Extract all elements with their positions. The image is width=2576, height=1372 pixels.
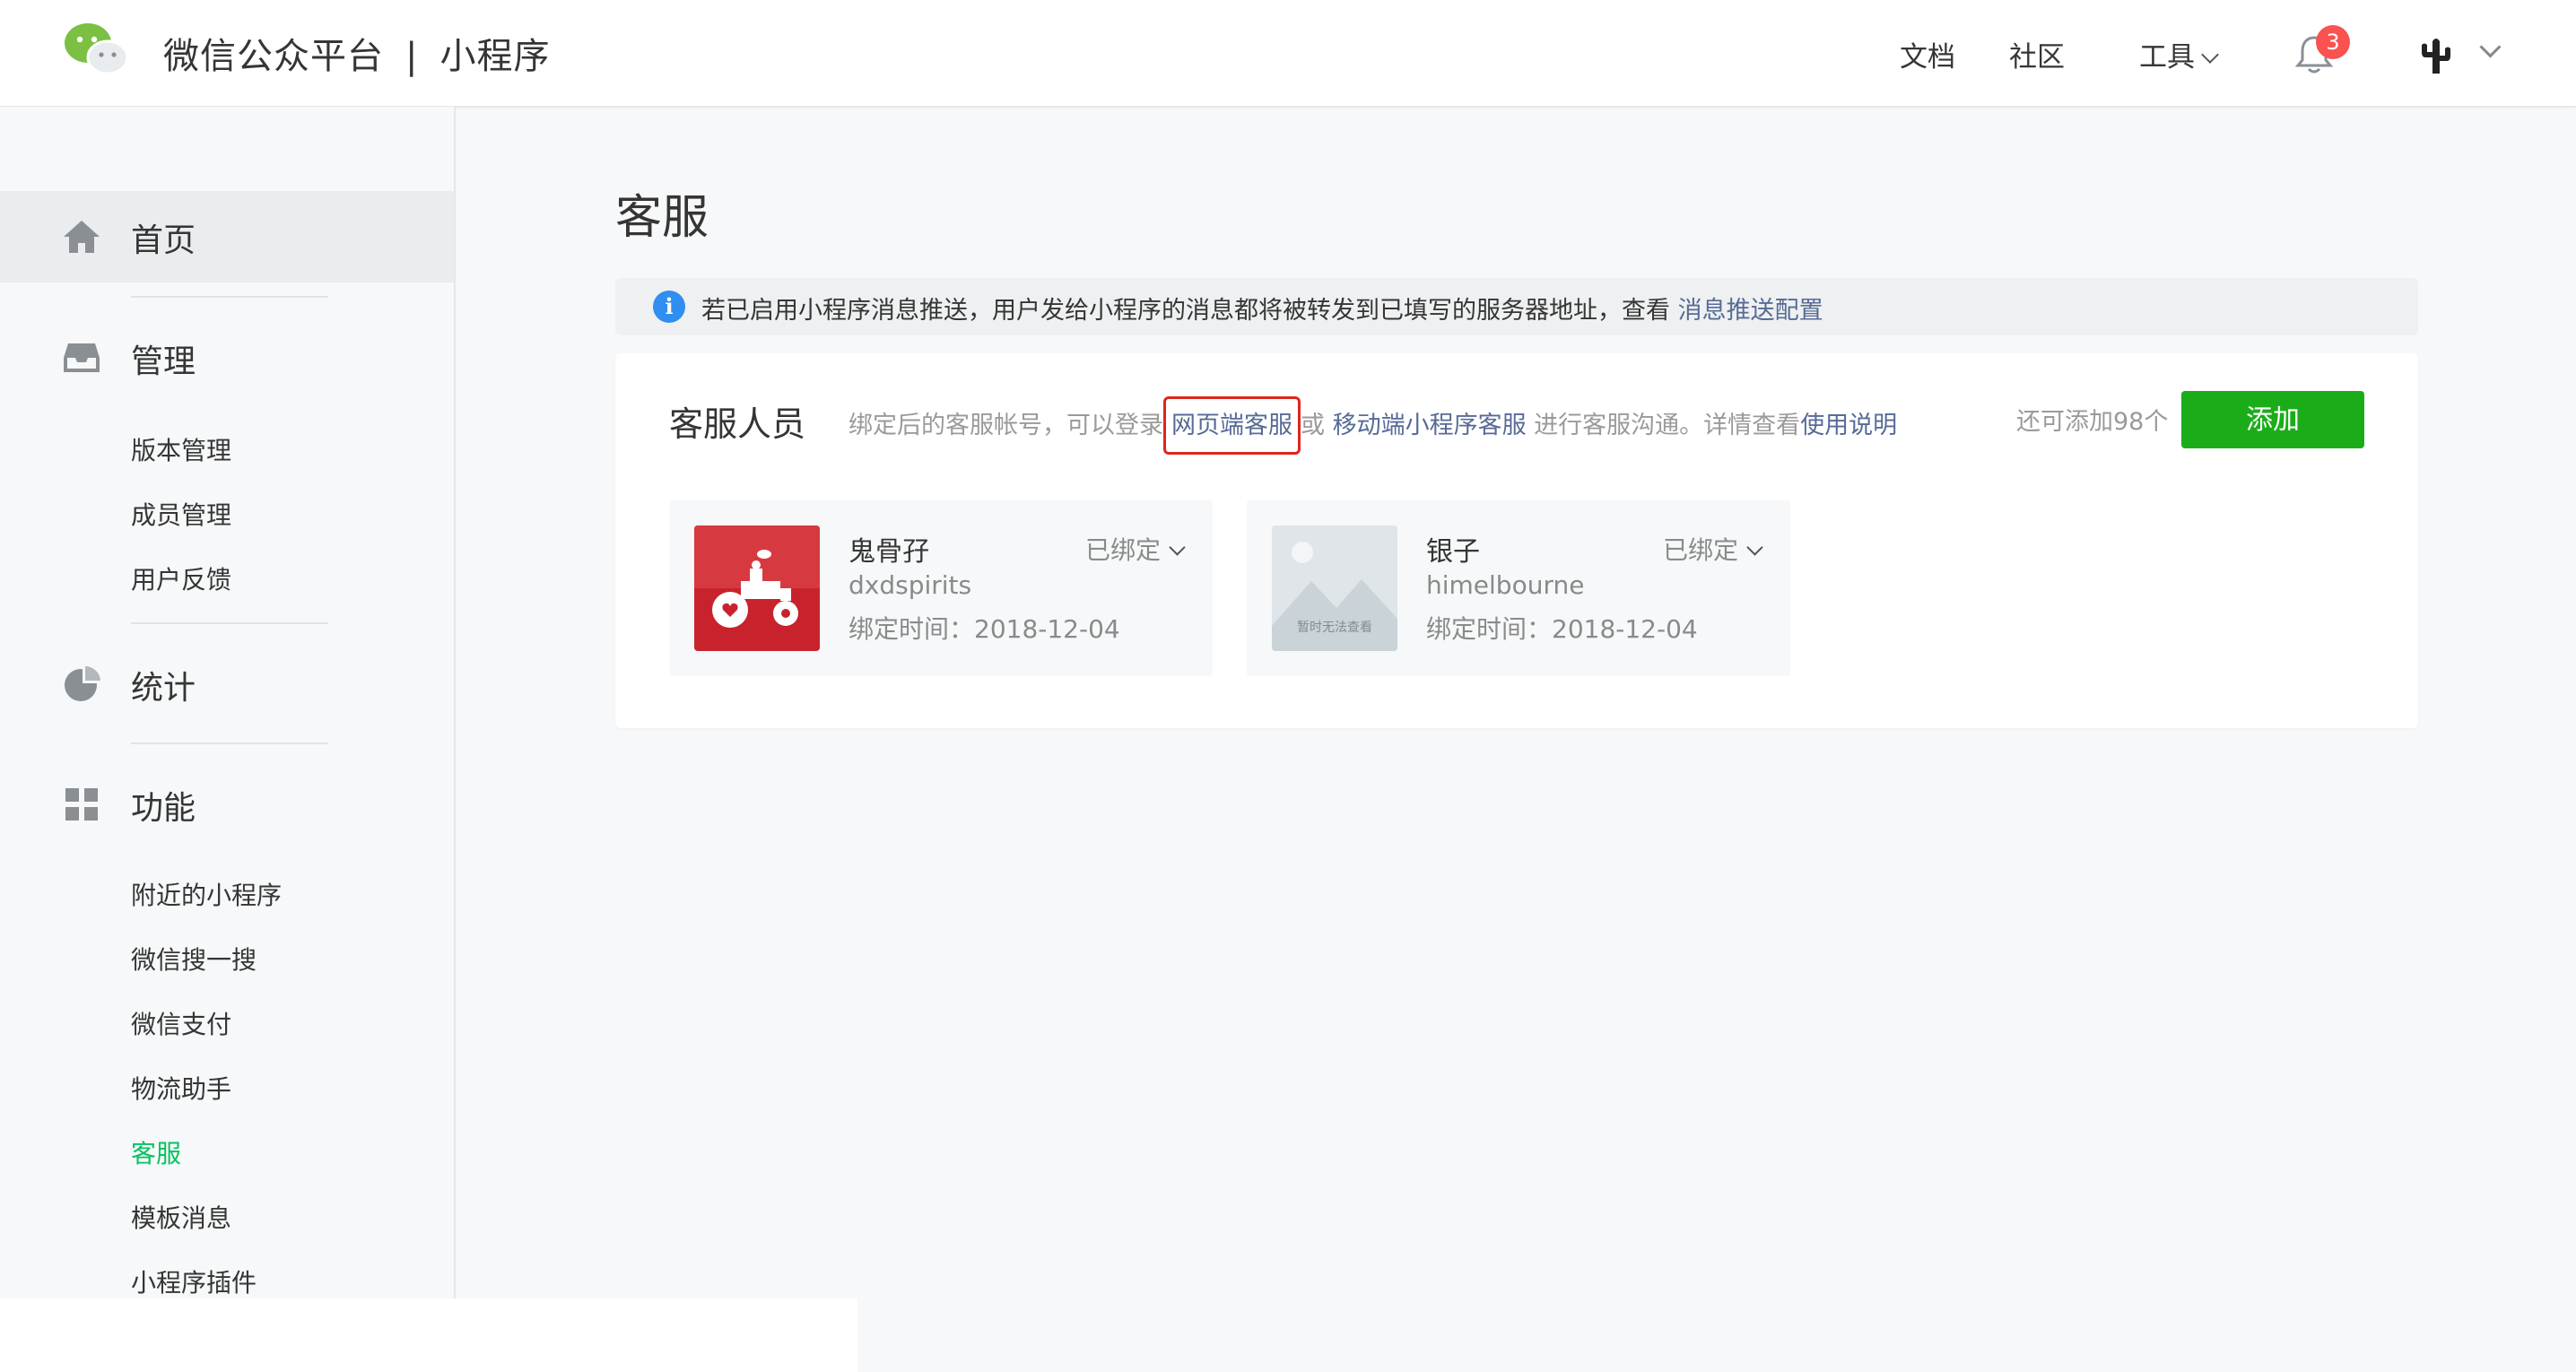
sidebar-label-stats: 统计 bbox=[131, 670, 196, 707]
panel-desc-after: 进行客服沟通。详情查看 bbox=[1526, 412, 1801, 439]
notice-message: 若已启用小程序消息推送，用户发给小程序的消息都将被转发到已填写的服务器地址，查看 bbox=[701, 297, 1678, 325]
user-menu-chevron-icon[interactable] bbox=[2479, 36, 2502, 58]
sidebar-divider bbox=[131, 622, 328, 624]
agent-card: 鬼骨孖 dxdspirits 绑定时间：2018-12-04 已绑定 bbox=[669, 500, 1213, 676]
sidebar-item-members[interactable]: 成员管理 bbox=[131, 496, 231, 532]
notification-badge[interactable]: 3 bbox=[2316, 25, 2350, 59]
sidebar-item-template[interactable]: 模板消息 bbox=[131, 1199, 231, 1235]
sidebar-item-payment[interactable]: 微信支付 bbox=[131, 1005, 231, 1041]
nav-community[interactable]: 社区 bbox=[2009, 34, 2065, 74]
bottom-overlay bbox=[0, 1298, 857, 1372]
brand-title[interactable]: 微信公众平台 | 小程序 bbox=[163, 27, 550, 79]
sidebar-label-home: 首页 bbox=[131, 222, 196, 259]
info-icon: i bbox=[653, 291, 685, 323]
notice-text: 若已启用小程序消息推送，用户发给小程序的消息都将被转发到已填写的服务器地址，查看… bbox=[701, 291, 1823, 326]
agent-status-dropdown[interactable]: 已绑定 bbox=[1085, 531, 1186, 567]
nav-tools[interactable]: 工具 bbox=[2139, 34, 2219, 74]
pie-chart-icon bbox=[65, 666, 100, 701]
service-panel: 客服人员 绑定后的客服帐号，可以登录 网页端客服或 移动端小程序客服 进行客服沟通… bbox=[615, 353, 2418, 728]
help-link[interactable]: 使用说明 bbox=[1800, 412, 1897, 439]
agent-id: himelbourne bbox=[1426, 570, 1585, 600]
sidebar-divider bbox=[131, 742, 328, 744]
agent-status-label: 已绑定 bbox=[1663, 535, 1739, 565]
agent-bind-time: 绑定时间：2018-12-04 bbox=[1426, 614, 1698, 644]
chevron-down-icon bbox=[2201, 46, 2219, 64]
panel-desc-before: 绑定后的客服帐号，可以登录 bbox=[849, 412, 1163, 439]
sidebar-item-logistics[interactable]: 物流助手 bbox=[131, 1070, 231, 1106]
chevron-down-icon bbox=[1746, 539, 1763, 556]
notice-bar: i 若已启用小程序消息推送，用户发给小程序的消息都将被转发到已填写的服务器地址，… bbox=[615, 278, 2418, 335]
grid-icon bbox=[65, 788, 98, 821]
agent-status-label: 已绑定 bbox=[1085, 535, 1162, 565]
agent-name: 鬼骨孖 bbox=[849, 536, 929, 568]
sidebar-item-plugins[interactable]: 小程序插件 bbox=[131, 1263, 257, 1299]
sidebar: 首页 管理 版本管理 成员管理 用户反馈 统计 功能 附近的小程序 微信搜一搜 … bbox=[0, 107, 456, 1372]
chevron-down-icon bbox=[1169, 539, 1186, 556]
nav-docs[interactable]: 文档 bbox=[1900, 34, 1955, 74]
sidebar-item-nearby[interactable]: 附近的小程序 bbox=[131, 876, 282, 912]
cactus-avatar-icon[interactable] bbox=[2415, 34, 2458, 77]
sidebar-divider bbox=[131, 296, 328, 298]
agent-avatar-tractor bbox=[694, 525, 820, 651]
sidebar-item-customer-service[interactable]: 客服 bbox=[131, 1134, 181, 1170]
agent-status-dropdown[interactable]: 已绑定 bbox=[1663, 531, 1763, 567]
page-title: 客服 bbox=[615, 191, 709, 245]
sidebar-label-manage: 管理 bbox=[131, 343, 196, 380]
brand-separator: | bbox=[405, 36, 419, 77]
brand-product: 小程序 bbox=[439, 36, 551, 77]
agent-name: 银子 bbox=[1426, 536, 1480, 568]
placeholder-text: 暂时无法查看 bbox=[1297, 621, 1372, 635]
sidebar-item-search[interactable]: 微信搜一搜 bbox=[131, 941, 257, 977]
brand-name: 微信公众平台 bbox=[163, 36, 384, 77]
agent-card: 暂时无法查看 银子 himelbourne 绑定时间：2018-12-04 已绑… bbox=[1247, 500, 1790, 676]
wechat-logo-icon[interactable] bbox=[63, 22, 131, 77]
mobile-service-link[interactable]: 移动端小程序客服 bbox=[1333, 412, 1527, 439]
agent-avatar-placeholder: 暂时无法查看 bbox=[1272, 525, 1397, 651]
sidebar-item-manage[interactable]: 管理 bbox=[0, 312, 454, 404]
quota-text: 还可添加98个 bbox=[2016, 408, 2169, 436]
sidebar-item-home[interactable]: 首页 bbox=[0, 191, 454, 282]
web-service-link[interactable]: 网页端客服 bbox=[1163, 396, 1301, 455]
notice-config-link[interactable]: 消息推送配置 bbox=[1678, 297, 1823, 325]
panel-title: 客服人员 bbox=[669, 404, 806, 444]
home-icon bbox=[64, 221, 100, 253]
panel-desc-or: 或 bbox=[1301, 412, 1333, 439]
inbox-icon bbox=[64, 343, 100, 372]
sidebar-item-feedback[interactable]: 用户反馈 bbox=[131, 560, 231, 596]
agent-id: dxdspirits bbox=[849, 570, 972, 600]
add-button[interactable]: 添加 bbox=[2181, 391, 2364, 448]
sidebar-label-features: 功能 bbox=[131, 790, 196, 827]
top-bar: 微信公众平台 | 小程序 文档 社区 工具 3 bbox=[0, 0, 2576, 107]
sidebar-item-version[interactable]: 版本管理 bbox=[131, 431, 231, 467]
agent-bind-time: 绑定时间：2018-12-04 bbox=[849, 614, 1120, 644]
sidebar-item-features[interactable]: 功能 bbox=[0, 759, 454, 850]
nav-tools-label: 工具 bbox=[2139, 41, 2195, 74]
panel-description: 绑定后的客服帐号，可以登录 网页端客服或 移动端小程序客服 进行客服沟通。详情查看… bbox=[849, 396, 1897, 455]
sidebar-item-stats[interactable]: 统计 bbox=[0, 638, 454, 730]
